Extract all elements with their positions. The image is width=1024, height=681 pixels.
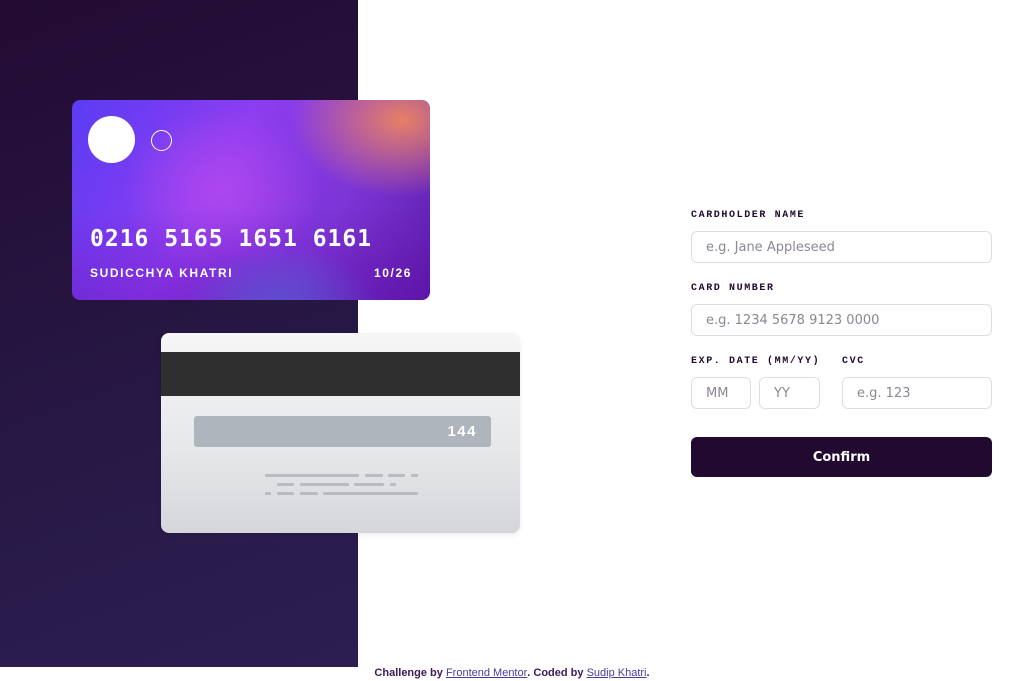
card-number-label: CARD NUMBER <box>691 283 775 294</box>
cardholder-name-label: CARDHOLDER NAME <box>691 210 806 221</box>
attribution-coded-text: . Coded by <box>527 667 584 679</box>
frontend-mentor-link[interactable]: Frontend Mentor <box>446 667 527 679</box>
card-back-fine-print-lines <box>265 474 419 498</box>
card-back: 144 <box>161 333 520 533</box>
attribution: Challenge by Frontend Mentor. Coded by S… <box>0 667 1024 679</box>
exp-month-input[interactable] <box>691 377 751 409</box>
card-front: 0216 5165 1651 6161 SUDICCHYA KHATRI 10/… <box>72 100 430 300</box>
confirm-button[interactable]: Confirm <box>691 437 992 477</box>
card-number-input[interactable] <box>691 304 992 336</box>
cvc-label: CVC <box>842 356 865 367</box>
card-expiry-display: 10/26 <box>373 266 412 280</box>
cvc-input[interactable] <box>842 377 992 409</box>
card-logo-filled-circle-icon <box>88 116 135 163</box>
author-link[interactable]: Sudip Khatri <box>587 667 647 679</box>
cardholder-name-display: SUDICCHYA KHATRI <box>90 266 234 280</box>
cardholder-name-input[interactable] <box>691 231 992 263</box>
signature-strip: 144 <box>194 416 491 447</box>
attribution-challenge-text: Challenge by <box>374 667 443 679</box>
magnetic-strip <box>161 352 520 396</box>
exp-date-label: EXP. DATE (MM/YY) <box>691 356 821 367</box>
exp-year-input[interactable] <box>759 377 820 409</box>
attribution-suffix: . <box>646 667 650 679</box>
card-cvc-display: 144 <box>447 423 477 440</box>
card-number-display: 0216 5165 1651 6161 <box>90 226 373 252</box>
card-logo-outline-circle-icon <box>151 130 172 151</box>
